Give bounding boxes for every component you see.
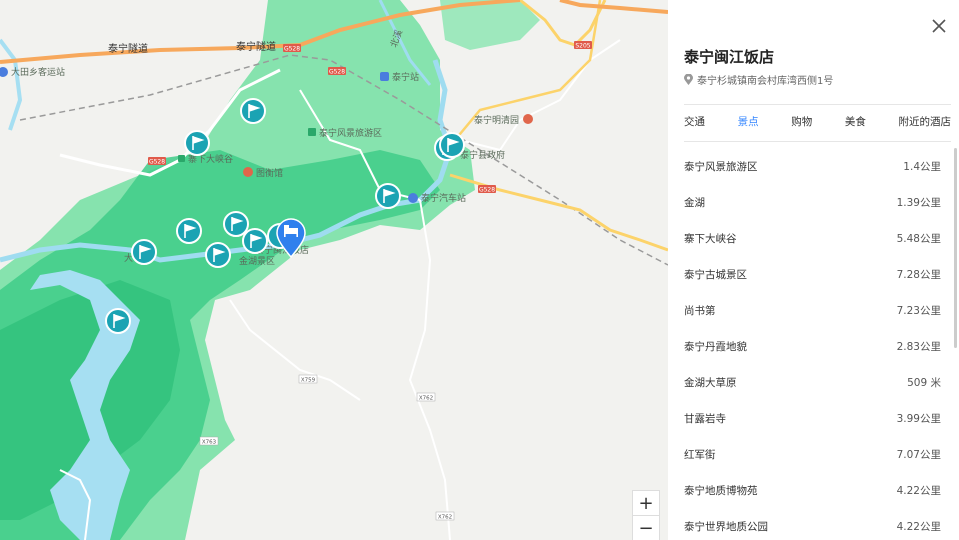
poi-flag-marker[interactable] [240, 98, 266, 124]
place-title: 泰宁闽江饭店 [684, 48, 775, 66]
poi-flag-marker[interactable] [242, 228, 268, 254]
item-distance: 4.22公里 [896, 484, 941, 497]
nearby-tabs: 交通 景点 购物 美食 附近的酒店 [684, 114, 951, 136]
list-item[interactable]: 泰宁风景旅游区 1.4公里 [684, 148, 941, 184]
item-name: 金湖大草原 [684, 376, 737, 389]
place-detail-panel: 泰宁闽江饭店 泰宁杉城镇南会村库湾西侧1号 交通 景点 购物 美食 附近的酒店 … [668, 0, 959, 540]
item-name: 甘露岩寺 [684, 412, 726, 425]
location-pin-icon [684, 74, 693, 85]
poi-flag-marker[interactable] [223, 211, 249, 237]
item-name: 泰宁古城景区 [684, 268, 747, 281]
item-distance: 3.99公里 [896, 412, 941, 425]
poi-flag-marker[interactable] [131, 239, 157, 265]
item-distance: 4.22公里 [896, 520, 941, 533]
list-item[interactable]: 泰宁丹霞地貌 2.83公里 [684, 328, 941, 364]
list-item[interactable]: 金湖 1.39公里 [684, 184, 941, 220]
address-text: 泰宁杉城镇南会村库湾西侧1号 [697, 76, 834, 87]
item-distance: 1.39公里 [896, 196, 941, 209]
scrollbar[interactable] [954, 148, 957, 348]
svg-text:图衡馆: 图衡馆 [256, 167, 283, 179]
svg-text:泰宁汽车站: 泰宁汽车站 [421, 192, 466, 204]
tab-shopping[interactable]: 购物 [791, 114, 812, 136]
map-view[interactable]: G528 G528 G528 G528 S205 X759 X762 X762 … [0, 0, 668, 540]
label-jinhu: 金湖景区 [239, 255, 275, 267]
shield-x763: X763 [199, 436, 219, 446]
map-canvas: G528 G528 G528 G528 S205 X759 X762 X762 … [0, 0, 668, 540]
place-address: 泰宁杉城镇南会村库湾西侧1号 [684, 72, 833, 87]
item-distance: 1.4公里 [903, 160, 941, 173]
item-name: 红军街 [684, 448, 716, 461]
svg-text:X763: X763 [202, 440, 217, 446]
item-distance: 509 米 [907, 376, 941, 389]
tab-transport[interactable]: 交通 [684, 114, 705, 136]
tab-food[interactable]: 美食 [845, 114, 866, 136]
list-item[interactable]: 泰宁世界地质公园 4.22公里 [684, 508, 941, 540]
shield-x762-b: X762 [435, 511, 455, 521]
tab-attractions[interactable]: 景点 [738, 114, 759, 136]
divider [684, 141, 951, 142]
svg-text:S205: S205 [575, 43, 590, 50]
svg-text:泰宁明清园: 泰宁明清园 [474, 114, 519, 126]
zoom-in-button[interactable]: + [632, 490, 660, 516]
item-distance: 5.48公里 [896, 232, 941, 245]
shield-g528-d: G528 [478, 185, 496, 194]
poi-flag-marker[interactable] [375, 183, 401, 209]
attraction-list: 泰宁风景旅游区 1.4公里 金湖 1.39公里 寨下大峡谷 5.48公里 泰宁古城景区… [684, 148, 941, 540]
shield-g528-a: G528 [283, 44, 301, 53]
poi-flag-marker[interactable] [105, 308, 131, 334]
poi-flag-marker[interactable] [439, 132, 465, 158]
item-name: 泰宁风景旅游区 [684, 160, 758, 173]
label-gov: 泰宁县政府 [460, 149, 505, 161]
item-name: 泰宁地质博物苑 [684, 484, 758, 497]
label-tunnel-right: 泰宁隧道 [236, 40, 276, 53]
poi-flag-marker[interactable] [205, 242, 231, 268]
poi-flag-marker[interactable] [176, 218, 202, 244]
shield-s205: S205 [574, 41, 592, 50]
shield-x762-a: X762 [416, 392, 436, 402]
list-item[interactable]: 甘露岩寺 3.99公里 [684, 400, 941, 436]
svg-text:泰宁县政府: 泰宁县政府 [460, 149, 505, 161]
list-item[interactable]: 红军街 7.07公里 [684, 436, 941, 472]
label-tunnel-left: 泰宁隧道 [108, 42, 148, 55]
svg-text:X762: X762 [419, 396, 433, 402]
svg-text:G528: G528 [149, 159, 165, 166]
item-distance: 7.07公里 [896, 448, 941, 461]
svg-text:G528: G528 [329, 69, 345, 76]
item-name: 泰宁丹霞地貌 [684, 340, 747, 353]
item-name: 尚书第 [684, 304, 716, 317]
svg-text:G528: G528 [284, 46, 300, 53]
item-name: 泰宁世界地质公园 [684, 520, 768, 533]
list-item[interactable]: 泰宁地质博物苑 4.22公里 [684, 472, 941, 508]
svg-text:X759: X759 [301, 378, 316, 384]
close-icon[interactable] [931, 18, 947, 34]
zoom-out-button[interactable]: − [632, 515, 660, 540]
tab-nearby-hotels[interactable]: 附近的酒店 [899, 114, 952, 136]
label-scenic-area: 泰宁风景旅游区 [308, 127, 382, 139]
svg-text:大田乡客运站: 大田乡客运站 [11, 66, 65, 78]
item-distance: 2.83公里 [896, 340, 941, 353]
list-item[interactable]: 寨下大峡谷 5.48公里 [684, 220, 941, 256]
shield-g528-c: G528 [148, 157, 166, 166]
svg-text:泰宁站: 泰宁站 [392, 71, 419, 83]
item-distance: 7.28公里 [896, 268, 941, 281]
list-item[interactable]: 泰宁古城景区 7.28公里 [684, 256, 941, 292]
item-distance: 7.23公里 [896, 304, 941, 317]
svg-text:X762: X762 [438, 515, 452, 521]
divider [684, 104, 951, 105]
list-item[interactable]: 尚书第 7.23公里 [684, 292, 941, 328]
list-item[interactable]: 金湖大草原 509 米 [684, 364, 941, 400]
shield-g528-b: G528 [328, 67, 346, 76]
item-name: 寨下大峡谷 [684, 232, 737, 245]
item-name: 金湖 [684, 196, 705, 209]
shield-x759: X759 [298, 374, 318, 384]
poi-flag-marker[interactable] [184, 130, 210, 156]
svg-text:泰宁风景旅游区: 泰宁风景旅游区 [319, 127, 382, 139]
svg-text:G528: G528 [479, 187, 495, 194]
